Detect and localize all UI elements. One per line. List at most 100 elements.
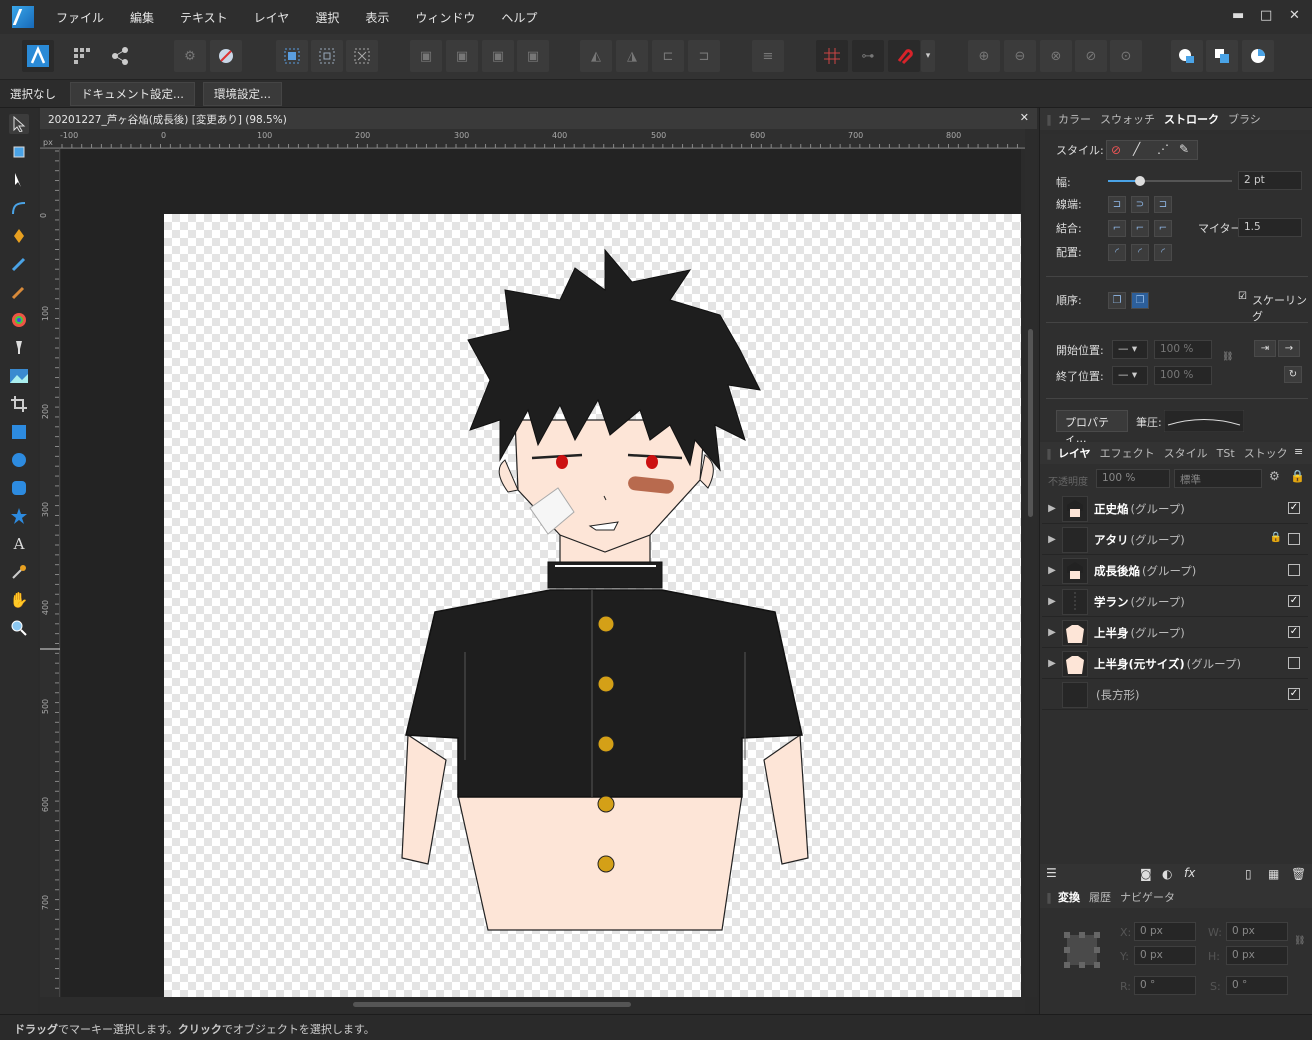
tab-history[interactable]: 履歴 — [1089, 889, 1111, 905]
add-pixel-layer-icon[interactable]: ▦ — [1268, 867, 1279, 881]
designer-persona-icon[interactable] — [22, 40, 54, 72]
round-cap-icon[interactable]: ⊃ — [1131, 196, 1149, 213]
start-scale-field[interactable]: 100 % — [1154, 340, 1212, 359]
link-chain-icon[interactable]: ⛓ — [1294, 936, 1305, 946]
h-field[interactable]: 0 px — [1226, 946, 1288, 965]
layers-stack-icon[interactable]: ☰ — [1046, 866, 1057, 880]
assistant-icon[interactable] — [210, 40, 242, 72]
pixel-persona-icon[interactable] — [66, 40, 98, 72]
solid-line-icon[interactable]: ╱ — [1133, 142, 1140, 156]
guides-icon[interactable]: ⊶ — [852, 40, 884, 72]
maximize-button[interactable]: □ — [1260, 8, 1272, 23]
snapping-options-chevron-down-icon[interactable]: ▾ — [921, 40, 935, 72]
export-persona-icon[interactable] — [104, 40, 136, 72]
visibility-checkbox[interactable] — [1288, 657, 1300, 669]
snapping-grid-icon[interactable]: ⚙ — [174, 40, 206, 72]
snapping-magnet-icon[interactable] — [888, 40, 920, 72]
layer-row[interactable]: (長方形) ✓ — [1042, 680, 1308, 710]
menu-window[interactable]: ウィンドウ — [415, 9, 475, 26]
flip-horizontal-icon[interactable]: ◭ — [580, 40, 612, 72]
y-field[interactable]: 0 px — [1134, 946, 1196, 965]
texture-line-icon[interactable]: ✎ — [1179, 142, 1189, 156]
round-join-icon[interactable]: ⌐ — [1131, 220, 1149, 237]
tab-navigator[interactable]: ナビゲータ — [1120, 889, 1175, 905]
document-tab[interactable]: 20201227_芦ヶ谷焔(成長後) [変更あり] (98.5%) ✕ — [40, 108, 1037, 129]
expand-triangle-icon[interactable]: ▶ — [1042, 503, 1062, 514]
stroke-behind-fill-icon[interactable]: ❐ — [1108, 292, 1126, 309]
properties-button[interactable]: プロパティ... — [1056, 410, 1128, 445]
vector-brush-tool-icon[interactable] — [9, 282, 29, 302]
tab-transform[interactable]: 変換 — [1058, 889, 1080, 905]
color-picker-tool-icon[interactable] — [9, 562, 29, 582]
artboard-tool-icon[interactable] — [9, 142, 29, 162]
insert-behind-icon[interactable] — [1206, 40, 1238, 72]
menu-layer[interactable]: レイヤ — [254, 9, 290, 26]
panel-grip-icon[interactable]: ‖ — [1040, 447, 1058, 460]
arrange-back-icon[interactable]: ▣ — [410, 40, 442, 72]
expand-triangle-icon[interactable]: ▶ — [1042, 596, 1062, 607]
visibility-checkbox[interactable] — [1288, 564, 1300, 576]
expand-triangle-icon[interactable]: ▶ — [1042, 534, 1062, 545]
corner-tool-icon[interactable] — [9, 198, 29, 218]
xor-boolean-icon[interactable]: ⊘ — [1075, 40, 1107, 72]
divide-boolean-icon[interactable]: ⊙ — [1110, 40, 1142, 72]
close-document-button[interactable]: ✕ — [1020, 111, 1029, 124]
visibility-checkbox[interactable]: ✓ — [1288, 502, 1300, 514]
layer-row[interactable]: ▶ 正史焔 (グループ) ✓ — [1042, 494, 1308, 524]
vertical-scroll-thumb[interactable] — [1028, 329, 1033, 517]
fill-tool-icon[interactable] — [9, 310, 29, 330]
pen-tool-icon[interactable] — [9, 226, 29, 246]
pressure-curve-icon[interactable] — [1164, 410, 1244, 432]
horizontal-scroll-thumb[interactable] — [353, 1002, 631, 1007]
no-stroke-icon[interactable]: ⊘ — [1111, 143, 1121, 157]
visibility-checkbox[interactable] — [1288, 533, 1300, 545]
blend-mode-select[interactable]: 標準 — [1174, 469, 1262, 488]
tab-text-styles[interactable]: TSt — [1217, 447, 1235, 460]
rectangle-tool-icon[interactable] — [9, 422, 29, 442]
layer-row[interactable]: ▶ 上半身 (グループ) ✓ — [1042, 618, 1308, 648]
end-scale-field[interactable]: 100 % — [1154, 366, 1212, 385]
adjustment-icon[interactable]: ◐ — [1162, 867, 1172, 881]
w-field[interactable]: 0 px — [1226, 922, 1288, 941]
panel-grip-icon[interactable]: ‖ — [1040, 113, 1058, 126]
tab-swatches[interactable]: スウォッチ — [1100, 111, 1155, 127]
rotate-right-icon[interactable]: ⊐ — [688, 40, 720, 72]
miter-field[interactable]: 1.5 — [1238, 218, 1302, 237]
visibility-checkbox[interactable]: ✓ — [1288, 626, 1300, 638]
opacity-field[interactable]: 100 % — [1096, 469, 1170, 488]
tab-stock[interactable]: ストック — [1244, 445, 1288, 461]
align-center-icon[interactable]: ◜ — [1108, 244, 1126, 261]
trash-icon[interactable]: 🗑 — [1291, 867, 1306, 881]
arrow-head-end-icon[interactable]: → — [1278, 340, 1300, 357]
arrange-forward-icon[interactable]: ▣ — [482, 40, 514, 72]
width-slider-knob[interactable] — [1135, 176, 1146, 186]
text-tool-icon[interactable]: A — [9, 534, 29, 554]
miter-join-icon[interactable]: ⌐ — [1108, 220, 1126, 237]
minimize-button[interactable]: ▬ — [1232, 8, 1244, 23]
add-layer-icon[interactable]: ▯ — [1245, 867, 1252, 881]
arrange-backward-icon[interactable]: ▣ — [446, 40, 478, 72]
mask-layer-icon[interactable]: ◙ — [1140, 867, 1152, 881]
square-cap-icon[interactable]: ⊐ — [1154, 196, 1172, 213]
invert-selection-icon[interactable] — [346, 40, 378, 72]
ellipse-tool-icon[interactable] — [9, 450, 29, 470]
expand-triangle-icon[interactable]: ▶ — [1042, 627, 1062, 638]
artboard-canvas[interactable] — [164, 214, 1021, 997]
tab-layers[interactable]: レイヤ — [1058, 445, 1091, 461]
transparency-tool-icon[interactable] — [9, 338, 29, 358]
tab-styles[interactable]: スタイル — [1164, 445, 1208, 461]
align-icon[interactable]: ≡ — [752, 40, 784, 72]
menu-help[interactable]: ヘルプ — [501, 9, 537, 26]
menu-text[interactable]: テキスト — [180, 9, 228, 26]
hand-tool-icon[interactable]: ✋ — [9, 590, 29, 610]
butt-cap-icon[interactable]: ⊐ — [1108, 196, 1126, 213]
align-outside-icon[interactable]: ◜ — [1154, 244, 1172, 261]
place-image-tool-icon[interactable] — [9, 366, 29, 386]
scaling-checkbox[interactable]: ☑ — [1238, 291, 1247, 302]
vertical-ruler[interactable]: 0 100 200 300 400 500 600 700 — [39, 149, 60, 997]
bevel-join-icon[interactable]: ⌐ — [1154, 220, 1172, 237]
menu-file[interactable]: ファイル — [56, 9, 104, 26]
horizontal-scrollbar[interactable] — [40, 997, 1025, 1013]
visibility-checkbox[interactable]: ✓ — [1288, 595, 1300, 607]
end-arrow-select[interactable]: — ▾ — [1112, 366, 1148, 385]
